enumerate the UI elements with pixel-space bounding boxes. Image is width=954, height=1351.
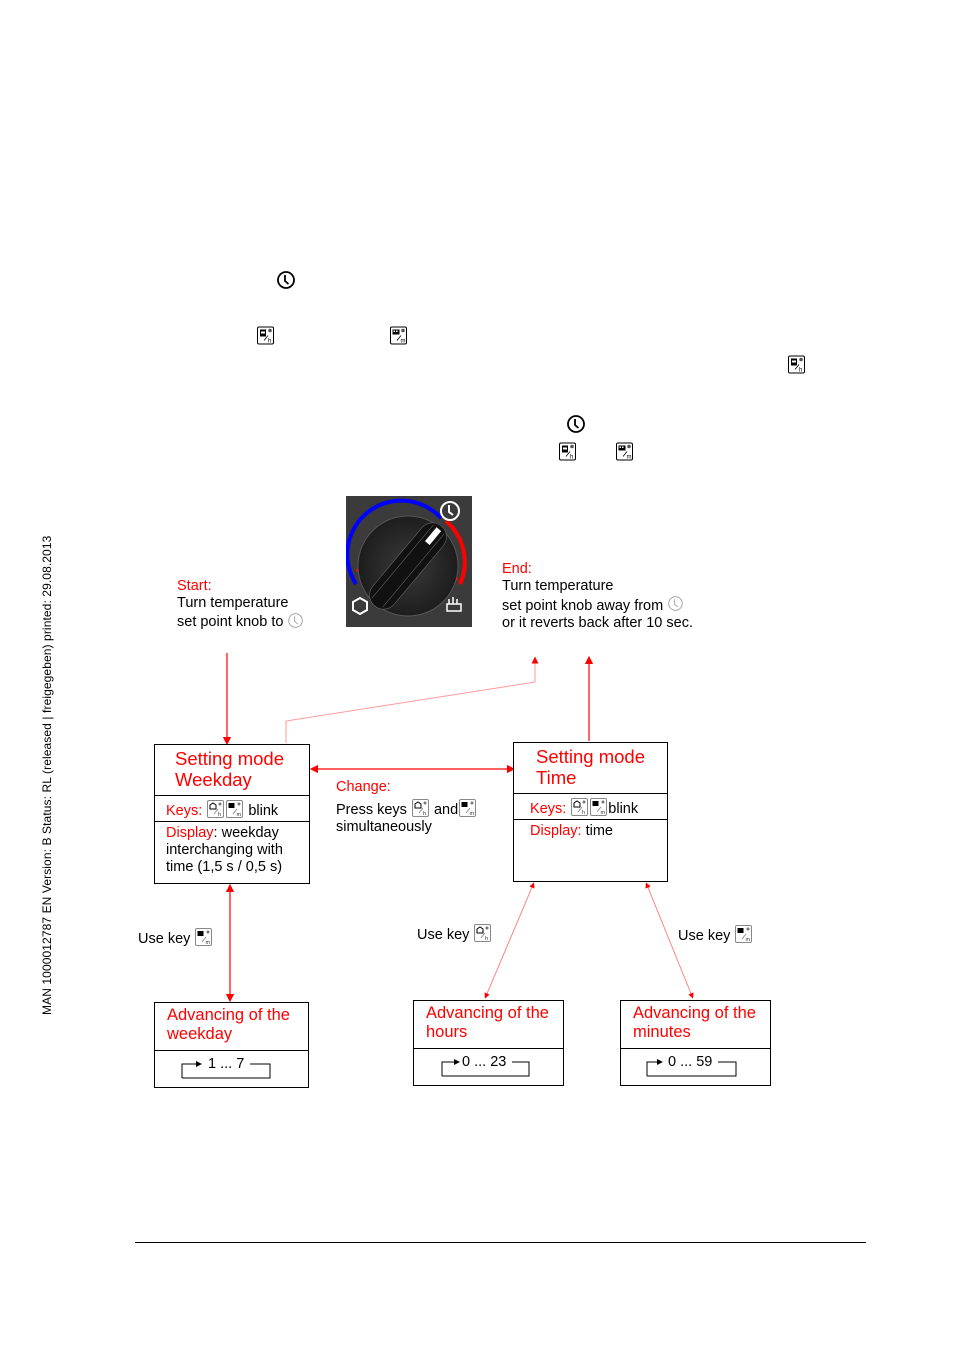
hours-range: 0 ... 23 xyxy=(462,1054,507,1070)
advancing-title-1: Advancing of the xyxy=(426,1004,549,1022)
comfort-symbol-icon xyxy=(446,597,462,612)
minute-key-icon xyxy=(735,925,752,943)
advancing-minutes-box: Advancing of the minutes 0 ... 59 xyxy=(620,1000,771,1086)
end-line1: Turn temperature xyxy=(502,578,614,594)
minute-key-icon xyxy=(390,326,407,345)
use-key-left-label: Use key xyxy=(138,931,191,947)
hour-key-icon xyxy=(412,799,429,817)
end-annotation: End: Turn temperature set point knob awa… xyxy=(502,561,693,632)
time-box-title-2: Time xyxy=(536,767,577,788)
advancing-title-2: weekday xyxy=(167,1025,233,1043)
change-line1-pre: Press keys xyxy=(336,802,407,818)
time-box-title-1: Setting mode xyxy=(536,746,646,767)
frost-symbol-icon xyxy=(352,596,368,616)
end-line3: or it reverts back after 10 sec. xyxy=(502,615,693,631)
flow-connectors xyxy=(222,653,694,1003)
weekday-box-title-1: Setting mode xyxy=(175,748,285,769)
minute-key-icon xyxy=(590,798,607,816)
advancing-title-2: minutes xyxy=(633,1023,691,1041)
weekday-keys-suffix: blink xyxy=(248,803,279,819)
use-key-middle: Use key xyxy=(417,924,492,944)
setting-mode-time-box: Setting mode Time Keys: blink Display: t… xyxy=(513,742,668,882)
end-label: End: xyxy=(502,561,532,577)
time-display-label: Display: xyxy=(530,823,582,839)
use-key-left: Use key xyxy=(138,928,213,948)
change-line1-mid: and xyxy=(433,802,459,818)
hours-advance-arrow xyxy=(484,882,535,999)
clock-icon xyxy=(667,595,684,612)
weekday-box-title-2: Weekday xyxy=(175,769,252,790)
weekday-display-label: Display xyxy=(166,825,214,841)
hour-key-icon xyxy=(257,326,274,345)
weekday-display-text3: time (1,5 s / 0,5 s) xyxy=(166,859,283,875)
time-keys-suffix: blink xyxy=(608,801,639,817)
advancing-title-1: Advancing of the xyxy=(633,1004,756,1022)
weekday-display-text1: : weekday xyxy=(213,825,279,841)
clock-icon xyxy=(566,414,586,434)
time-display-text: time xyxy=(581,823,613,839)
document-meta-sidebar: MAN 1000012787 EN Version: B Status: RL … xyxy=(40,535,54,1015)
use-key-middle-label: Use key xyxy=(417,927,470,943)
weekday-keys-label: Keys: xyxy=(166,803,203,819)
hour-key-icon xyxy=(559,442,576,461)
advancing-title-2: hours xyxy=(426,1023,468,1041)
advancing-weekday-box: Advancing of the weekday 1 ... 7 xyxy=(154,1002,309,1088)
setting-mode-weekday-box: Setting mode Weekday Keys: blink Display… xyxy=(154,744,310,884)
advancing-title-1: Advancing of the xyxy=(167,1006,290,1024)
hour-key-icon xyxy=(474,924,491,942)
minute-key-icon xyxy=(195,928,212,946)
time-keys-label: Keys: xyxy=(530,801,567,817)
clock-icon xyxy=(276,270,296,290)
change-annotation: Change: Press keys and simultaneously xyxy=(336,779,477,836)
start-label: Start: xyxy=(177,578,212,594)
use-key-right-label: Use key xyxy=(678,928,731,944)
start-annotation: Start: Turn temperature set point knob t… xyxy=(177,578,304,631)
hour-key-icon xyxy=(788,355,805,374)
minute-key-icon xyxy=(616,442,633,461)
minute-key-icon xyxy=(459,799,476,817)
footer-divider xyxy=(135,1242,866,1243)
change-label: Change: xyxy=(336,779,391,795)
minute-key-icon xyxy=(226,800,243,818)
start-line2: set point knob to xyxy=(177,614,284,630)
use-key-right: Use key xyxy=(678,925,753,945)
change-line2: simultaneously xyxy=(336,819,432,835)
clock-icon xyxy=(440,501,460,521)
end-line2: set point knob away from xyxy=(502,598,664,614)
weekday-to-end-arrow xyxy=(285,656,539,743)
hour-key-icon xyxy=(207,800,224,818)
minutes-range: 0 ... 59 xyxy=(668,1054,713,1070)
clock-icon xyxy=(287,612,304,629)
hour-key-icon xyxy=(571,798,588,816)
temperature-knob-illustration xyxy=(345,496,472,627)
weekday-range: 1 ... 7 xyxy=(208,1056,245,1072)
advancing-hours-box: Advancing of the hours 0 ... 23 xyxy=(413,1000,564,1086)
start-line1: Turn temperature xyxy=(177,595,289,611)
weekday-display-text2: interchanging with xyxy=(166,842,283,858)
